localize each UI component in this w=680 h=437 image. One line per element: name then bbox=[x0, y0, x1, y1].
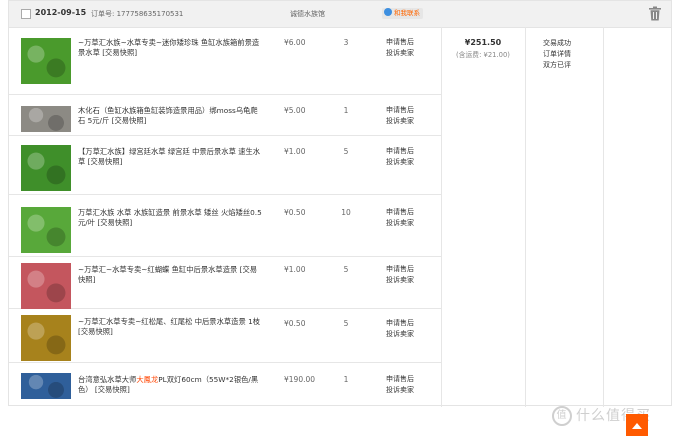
item-price: ¥1.00 bbox=[284, 265, 306, 274]
item-price: ¥1.00 bbox=[284, 147, 306, 156]
arrow-up-icon bbox=[632, 423, 642, 429]
item-title[interactable]: 台湾意弘水草大师大鳳龙PL双灯60cm（55W*2银色/黑色） [交易快照] bbox=[78, 375, 263, 395]
order-checkbox[interactable] bbox=[21, 9, 31, 19]
item-actions: 申请售后 投诉卖家 bbox=[386, 105, 414, 127]
item-title-text: 【万草汇水族】绿宫廷水草 绿宫廷 中景后景水草 速生水草 [交易快照] bbox=[78, 147, 261, 166]
status-text: 交易成功 bbox=[543, 39, 571, 47]
order-card: 2012-09-15 订单号: 177758635170531 诚德水族馆 和我… bbox=[8, 0, 672, 407]
order-date: 2012-09-15 bbox=[35, 8, 87, 17]
item-quantity: 5 bbox=[343, 147, 349, 156]
item-thumbnail[interactable] bbox=[21, 106, 71, 132]
column-divider bbox=[603, 27, 604, 407]
back-to-top-button[interactable] bbox=[626, 414, 648, 436]
column-divider bbox=[441, 27, 442, 407]
complain-seller-link[interactable]: 投诉卖家 bbox=[386, 48, 414, 59]
item-quantity: 1 bbox=[343, 106, 349, 115]
order-item-row: 万草汇水族 水草 水族缸造景 前景水草 矮丝 火焰矮丝0.5元/叶 [交易快照]… bbox=[9, 195, 441, 257]
apply-after-sale-link[interactable]: 申请售后 bbox=[386, 146, 414, 157]
item-title-highlight: 大鳳龙 bbox=[136, 375, 159, 384]
item-title-text: 木化石（鱼缸水族箱鱼缸装饰造景用品）绑moss乌龟爬石 5元/斤 [交易快照] bbox=[78, 106, 258, 125]
item-actions: 申请售后 投诉卖家 bbox=[386, 37, 414, 59]
item-title[interactable]: 万草汇水族 水草 水族缸造景 前景水草 矮丝 火焰矮丝0.5元/叶 [交易快照] bbox=[78, 208, 263, 228]
shipping-fee: (含运费: ¥21.00) bbox=[456, 51, 510, 59]
chat-icon bbox=[384, 8, 392, 16]
item-thumbnail[interactable] bbox=[21, 315, 71, 361]
item-thumbnail[interactable] bbox=[21, 38, 71, 84]
item-price: ¥0.50 bbox=[284, 208, 306, 217]
item-title[interactable]: 【万草汇水族】绿宫廷水草 绿宫廷 中景后景水草 速生水草 [交易快照] bbox=[78, 147, 263, 167]
item-quantity: 5 bbox=[343, 265, 349, 274]
apply-after-sale-link[interactable]: 申请售后 bbox=[386, 374, 414, 385]
item-title[interactable]: ~万草汇水族~水草专卖~迷你矮珍珠 鱼缸水族箱前景造景水草 [交易快照] bbox=[78, 38, 263, 58]
item-thumbnail[interactable] bbox=[21, 263, 71, 309]
item-quantity: 3 bbox=[343, 38, 349, 47]
item-title-text: 台湾意弘水草大师 bbox=[78, 375, 137, 384]
item-title[interactable]: ~万草汇~水草专卖~红蝴蝶 鱼缸中后景水草造景 [交易快照] bbox=[78, 265, 263, 285]
complain-seller-link[interactable]: 投诉卖家 bbox=[386, 275, 414, 286]
column-divider bbox=[525, 27, 526, 407]
complain-seller-link[interactable]: 投诉卖家 bbox=[386, 116, 414, 127]
item-title-text: ~万草汇~水草专卖~红蝴蝶 鱼缸中后景水草造景 [交易快照] bbox=[78, 265, 258, 284]
order-item-row: 台湾意弘水草大师大鳳龙PL双灯60cm（55W*2银色/黑色） [交易快照] ¥1… bbox=[9, 363, 441, 415]
apply-after-sale-link[interactable]: 申请售后 bbox=[386, 207, 414, 218]
item-actions: 申请售后 投诉卖家 bbox=[386, 374, 414, 396]
apply-after-sale-link[interactable]: 申请售后 bbox=[386, 37, 414, 48]
item-actions: 申请售后 投诉卖家 bbox=[386, 207, 414, 229]
order-number: 订单号: 177758635170531 bbox=[91, 10, 184, 18]
complain-seller-link[interactable]: 投诉卖家 bbox=[386, 157, 414, 168]
item-thumbnail[interactable] bbox=[21, 207, 71, 253]
watermark-logo: 值 bbox=[552, 406, 572, 426]
item-actions: 申请售后 投诉卖家 bbox=[386, 318, 414, 340]
item-quantity: 5 bbox=[343, 319, 349, 328]
order-details-link[interactable]: 订单详情 bbox=[543, 49, 571, 60]
item-title-text: 万草汇水族 水草 水族缸造景 前景水草 矮丝 火焰矮丝0.5元/叶 [交易快照] bbox=[78, 208, 262, 227]
complain-seller-link[interactable]: 投诉卖家 bbox=[386, 329, 414, 340]
contact-seller-button[interactable]: 和我联系 bbox=[382, 8, 423, 19]
complain-seller-link[interactable]: 投诉卖家 bbox=[386, 385, 414, 396]
item-quantity: 10 bbox=[341, 208, 351, 217]
item-thumbnail[interactable] bbox=[21, 373, 71, 399]
order-item-row: ~万草汇水草专卖~红松尾、红尾松 中后景水草造景 1枝 [交易快照] ¥0.50 5… bbox=[9, 309, 441, 363]
shop-name[interactable]: 诚德水族馆 bbox=[290, 9, 325, 19]
apply-after-sale-link[interactable]: 申请售后 bbox=[386, 105, 414, 116]
apply-after-sale-link[interactable]: 申请售后 bbox=[386, 264, 414, 275]
item-title-text: ~万草汇水族~水草专卖~迷你矮珍珠 鱼缸水族箱前景造景水草 [交易快照] bbox=[78, 38, 260, 57]
item-thumbnail[interactable] bbox=[21, 145, 71, 191]
total-amount: ¥251.50 bbox=[464, 38, 502, 47]
item-title[interactable]: 木化石（鱼缸水族箱鱼缸装饰造景用品）绑moss乌龟爬石 5元/斤 [交易快照] bbox=[78, 106, 263, 126]
item-price: ¥6.00 bbox=[284, 38, 306, 47]
order-item-row: 【万草汇水族】绿宫廷水草 绿宫廷 中景后景水草 速生水草 [交易快照] ¥1.00… bbox=[9, 136, 441, 195]
order-item-row: ~万草汇水族~水草专卖~迷你矮珍珠 鱼缸水族箱前景造景水草 [交易快照] ¥6.0… bbox=[9, 27, 441, 95]
complain-seller-link[interactable]: 投诉卖家 bbox=[386, 218, 414, 229]
order-item-row: 木化石（鱼缸水族箱鱼缸装饰造景用品）绑moss乌龟爬石 5元/斤 [交易快照] ¥… bbox=[9, 95, 441, 136]
item-actions: 申请售后 投诉卖家 bbox=[386, 264, 414, 286]
item-list: ~万草汇水族~水草专卖~迷你矮珍珠 鱼缸水族箱前景造景水草 [交易快照] ¥6.0… bbox=[9, 27, 441, 415]
item-quantity: 1 bbox=[343, 375, 349, 384]
order-item-row: ~万草汇~水草专卖~红蝴蝶 鱼缸中后景水草造景 [交易快照] ¥1.00 5 申请售后… bbox=[9, 257, 441, 309]
review-status: 双方已评 bbox=[543, 61, 571, 69]
order-total: ¥251.50 (含运费: ¥21.00) bbox=[441, 27, 525, 59]
apply-after-sale-link[interactable]: 申请售后 bbox=[386, 318, 414, 329]
trash-icon[interactable] bbox=[648, 6, 662, 21]
item-price: ¥5.00 bbox=[284, 106, 306, 115]
order-header: 2012-09-15 订单号: 177758635170531 诚德水族馆 和我… bbox=[9, 1, 671, 28]
item-title[interactable]: ~万草汇水草专卖~红松尾、红尾松 中后景水草造景 1枝 [交易快照] bbox=[78, 317, 263, 337]
order-status: 交易成功 订单详情 双方已评 bbox=[543, 38, 571, 71]
item-price: ¥190.00 bbox=[284, 375, 316, 384]
item-title-text: ~万草汇水草专卖~红松尾、红尾松 中后景水草造景 1枝 [交易快照] bbox=[78, 317, 261, 336]
item-actions: 申请售后 投诉卖家 bbox=[386, 146, 414, 168]
contact-label: 和我联系 bbox=[394, 9, 420, 17]
item-price: ¥0.50 bbox=[284, 319, 306, 328]
